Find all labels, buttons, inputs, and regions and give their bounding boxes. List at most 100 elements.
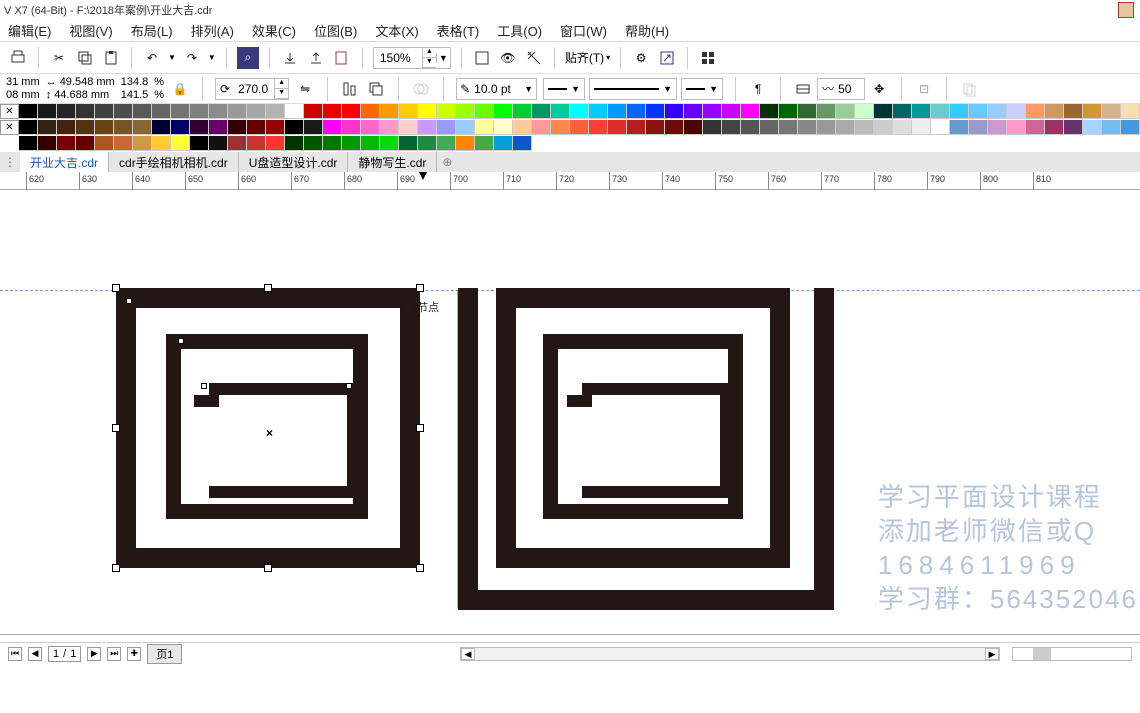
contour-steps-value[interactable]: 50 [838,82,860,96]
contour-steps[interactable]: 〰 50 [817,78,865,100]
contour-direction-icon[interactable]: ✥ [869,79,889,99]
color-swatch[interactable] [931,104,950,119]
weld-icon[interactable] [411,79,431,99]
color-swatch[interactable] [399,136,418,151]
color-swatch[interactable] [418,136,437,151]
color-swatch[interactable] [950,104,969,119]
color-swatch[interactable] [570,120,589,135]
color-swatch[interactable] [361,120,380,135]
wrap-text-icon[interactable]: ¶ [748,79,768,99]
rulers-icon[interactable] [524,48,544,68]
color-swatch[interactable] [798,120,817,135]
menu-arrange[interactable]: 排列(A) [191,21,234,40]
color-swatch[interactable] [38,120,57,135]
node-handle[interactable] [126,298,132,304]
color-swatch[interactable] [228,104,247,119]
color-swatch[interactable] [285,120,304,135]
page-first-button[interactable]: ⏮ [8,647,22,661]
color-swatch[interactable] [684,120,703,135]
color-swatch[interactable] [38,136,57,151]
redo-icon[interactable]: ↷ [182,48,202,68]
color-swatch[interactable] [1045,104,1064,119]
height-value[interactable]: 44.688 mm [54,89,109,101]
color-swatch[interactable] [532,120,551,135]
fullscreen-icon[interactable] [472,48,492,68]
color-swatch[interactable] [1007,104,1026,119]
color-swatch[interactable] [266,120,285,135]
horizontal-ruler[interactable]: 6206306406506606706806907007107207307407… [0,172,1140,190]
color-swatch[interactable] [1026,104,1045,119]
sel-handle-sw[interactable] [112,564,120,572]
outline-width-dd[interactable]: ▼ [524,84,533,94]
color-swatch[interactable] [247,120,266,135]
color-swatch[interactable] [627,104,646,119]
hscroll-right[interactable]: ▶ [985,648,999,660]
color-swatch[interactable] [171,120,190,135]
color-swatch[interactable] [76,136,95,151]
outline-width-combo[interactable]: ✎ 10.0 pt ▼ [456,78,537,100]
mirror-h-icon[interactable]: ⇋ [295,79,315,99]
color-swatch[interactable] [494,136,513,151]
angle-value[interactable]: 270.0 [234,82,274,96]
color-swatch[interactable] [760,104,779,119]
menu-effects[interactable]: 效果(C) [252,21,296,40]
color-swatch[interactable] [114,104,133,119]
scale-y[interactable]: 141.5 [121,89,149,102]
cut-icon[interactable]: ✂ [49,48,69,68]
color-swatch[interactable] [304,120,323,135]
color-swatch[interactable] [399,104,418,119]
color-swatch[interactable] [551,120,570,135]
preview-icon[interactable]: 👁 [498,48,518,68]
color-swatch[interactable] [988,120,1007,135]
color-swatch[interactable] [551,104,570,119]
color-swatch[interactable] [437,120,456,135]
user-avatar[interactable] [1118,2,1134,18]
color-swatch[interactable] [760,120,779,135]
color-swatch[interactable] [589,104,608,119]
color-swatch[interactable] [912,120,931,135]
color-swatch[interactable] [969,120,988,135]
color-swatch[interactable] [1121,104,1140,119]
color-swatch[interactable] [513,136,532,151]
redo-dd[interactable]: ▼ [208,53,216,62]
color-swatch[interactable] [817,120,836,135]
lock-ratio-icon[interactable]: 🔒 [170,79,190,99]
color-swatch[interactable] [855,120,874,135]
node-handle[interactable] [178,338,184,344]
undo-icon[interactable]: ↶ [142,48,162,68]
color-swatch[interactable] [95,136,114,151]
sel-handle-e[interactable] [416,424,424,432]
menu-view[interactable]: 视图(V) [69,21,112,40]
scale-x[interactable]: 134.8 [121,76,149,89]
page-add-button[interactable]: ✚ [127,647,141,661]
color-swatch[interactable] [456,136,475,151]
zoom-value[interactable]: 150% [374,51,422,65]
color-swatch[interactable] [475,104,494,119]
color-swatch[interactable] [893,120,912,135]
color-swatch[interactable] [703,104,722,119]
color-swatch[interactable] [665,120,684,135]
color-swatch[interactable] [171,104,190,119]
color-swatch[interactable] [950,120,969,135]
color-swatch[interactable] [323,104,342,119]
color-swatch[interactable] [95,104,114,119]
color-swatch[interactable] [893,104,912,119]
color-swatch[interactable] [285,104,304,119]
color-swatch[interactable] [95,120,114,135]
print-icon[interactable] [8,48,28,68]
color-swatch[interactable] [190,120,209,135]
color-swatch[interactable] [19,104,38,119]
color-swatch[interactable] [665,104,684,119]
menu-window[interactable]: 窗口(W) [560,21,607,40]
outline-width-value[interactable]: 10.0 pt [474,82,520,96]
color-swatch[interactable] [114,136,133,151]
order-icon[interactable] [366,79,386,99]
color-swatch[interactable] [19,136,38,151]
color-swatch[interactable] [969,104,988,119]
node-handle[interactable] [346,383,352,389]
color-swatch[interactable] [247,104,266,119]
color-swatch[interactable] [133,136,152,151]
color-swatch[interactable] [456,104,475,119]
color-swatch[interactable] [836,104,855,119]
end-arrow-combo[interactable]: ▼ [681,78,723,100]
